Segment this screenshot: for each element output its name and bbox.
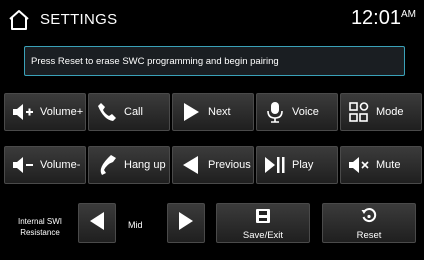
mode-label: Mode — [376, 106, 404, 118]
clock-ampm: AM — [401, 9, 416, 20]
reset-label: Reset — [356, 230, 382, 241]
volume-up-icon — [11, 100, 35, 124]
save-exit-label: Save/Exit — [242, 230, 284, 241]
hang-up-icon — [95, 153, 119, 177]
hang-up-label: Hang up — [124, 159, 166, 171]
resistance-decrease-button[interactable] — [78, 203, 116, 243]
mute-icon — [347, 153, 371, 177]
mode-grid-icon — [347, 100, 371, 124]
play-pause-icon — [263, 153, 287, 177]
next-arrow-icon — [179, 100, 203, 124]
mode-button[interactable]: Mode — [340, 93, 422, 131]
mute-label: Mute — [376, 159, 401, 171]
reset-button[interactable]: Reset — [322, 203, 416, 243]
resistance-label-line1: Internal SWI — [17, 217, 62, 226]
microphone-icon — [263, 100, 287, 124]
volume-down-icon — [11, 153, 35, 177]
right-arrow-icon — [178, 211, 194, 236]
function-row-1: Volume+ Call Next Voice Mode — [4, 93, 424, 131]
save-icon — [217, 208, 309, 224]
mute-button[interactable]: Mute — [340, 146, 422, 184]
save-exit-button[interactable]: Save/Exit — [216, 203, 310, 243]
volume-down-label: Volume- — [40, 159, 81, 171]
left-arrow-icon — [89, 211, 105, 236]
volume-down-button[interactable]: Volume- — [4, 146, 86, 184]
home-icon[interactable] — [7, 8, 31, 32]
previous-button[interactable]: Previous — [172, 146, 254, 184]
header-bar: SETTINGS 12:01AM — [0, 0, 424, 40]
reset-icon — [323, 208, 415, 224]
resistance-label-line2: Resistance — [20, 228, 60, 237]
hang-up-button[interactable]: Hang up — [88, 146, 170, 184]
call-button[interactable]: Call — [88, 93, 170, 131]
call-label: Call — [124, 106, 143, 118]
resistance-increase-button[interactable] — [167, 203, 205, 243]
play-label: Play — [292, 159, 314, 171]
next-button[interactable]: Next — [172, 93, 254, 131]
info-message: Press Reset to erase SWC programming and… — [24, 46, 405, 76]
voice-button[interactable]: Voice — [256, 93, 338, 131]
clock: 12:01AM — [351, 7, 416, 30]
voice-label: Voice — [292, 106, 319, 118]
resistance-value: Mid — [128, 220, 143, 230]
previous-arrow-icon — [179, 153, 203, 177]
phone-icon — [95, 100, 119, 124]
function-row-2: Volume- Hang up Previous Play Mute — [4, 146, 424, 184]
play-button[interactable]: Play — [256, 146, 338, 184]
previous-label: Previous — [208, 159, 251, 171]
volume-up-button[interactable]: Volume+ — [4, 93, 86, 131]
resistance-label: Internal SWI Resistance — [8, 216, 72, 238]
next-label: Next — [208, 106, 231, 118]
clock-time: 12:01 — [350, 7, 401, 29]
page-title: SETTINGS — [40, 11, 118, 28]
volume-up-label: Volume+ — [40, 106, 84, 118]
